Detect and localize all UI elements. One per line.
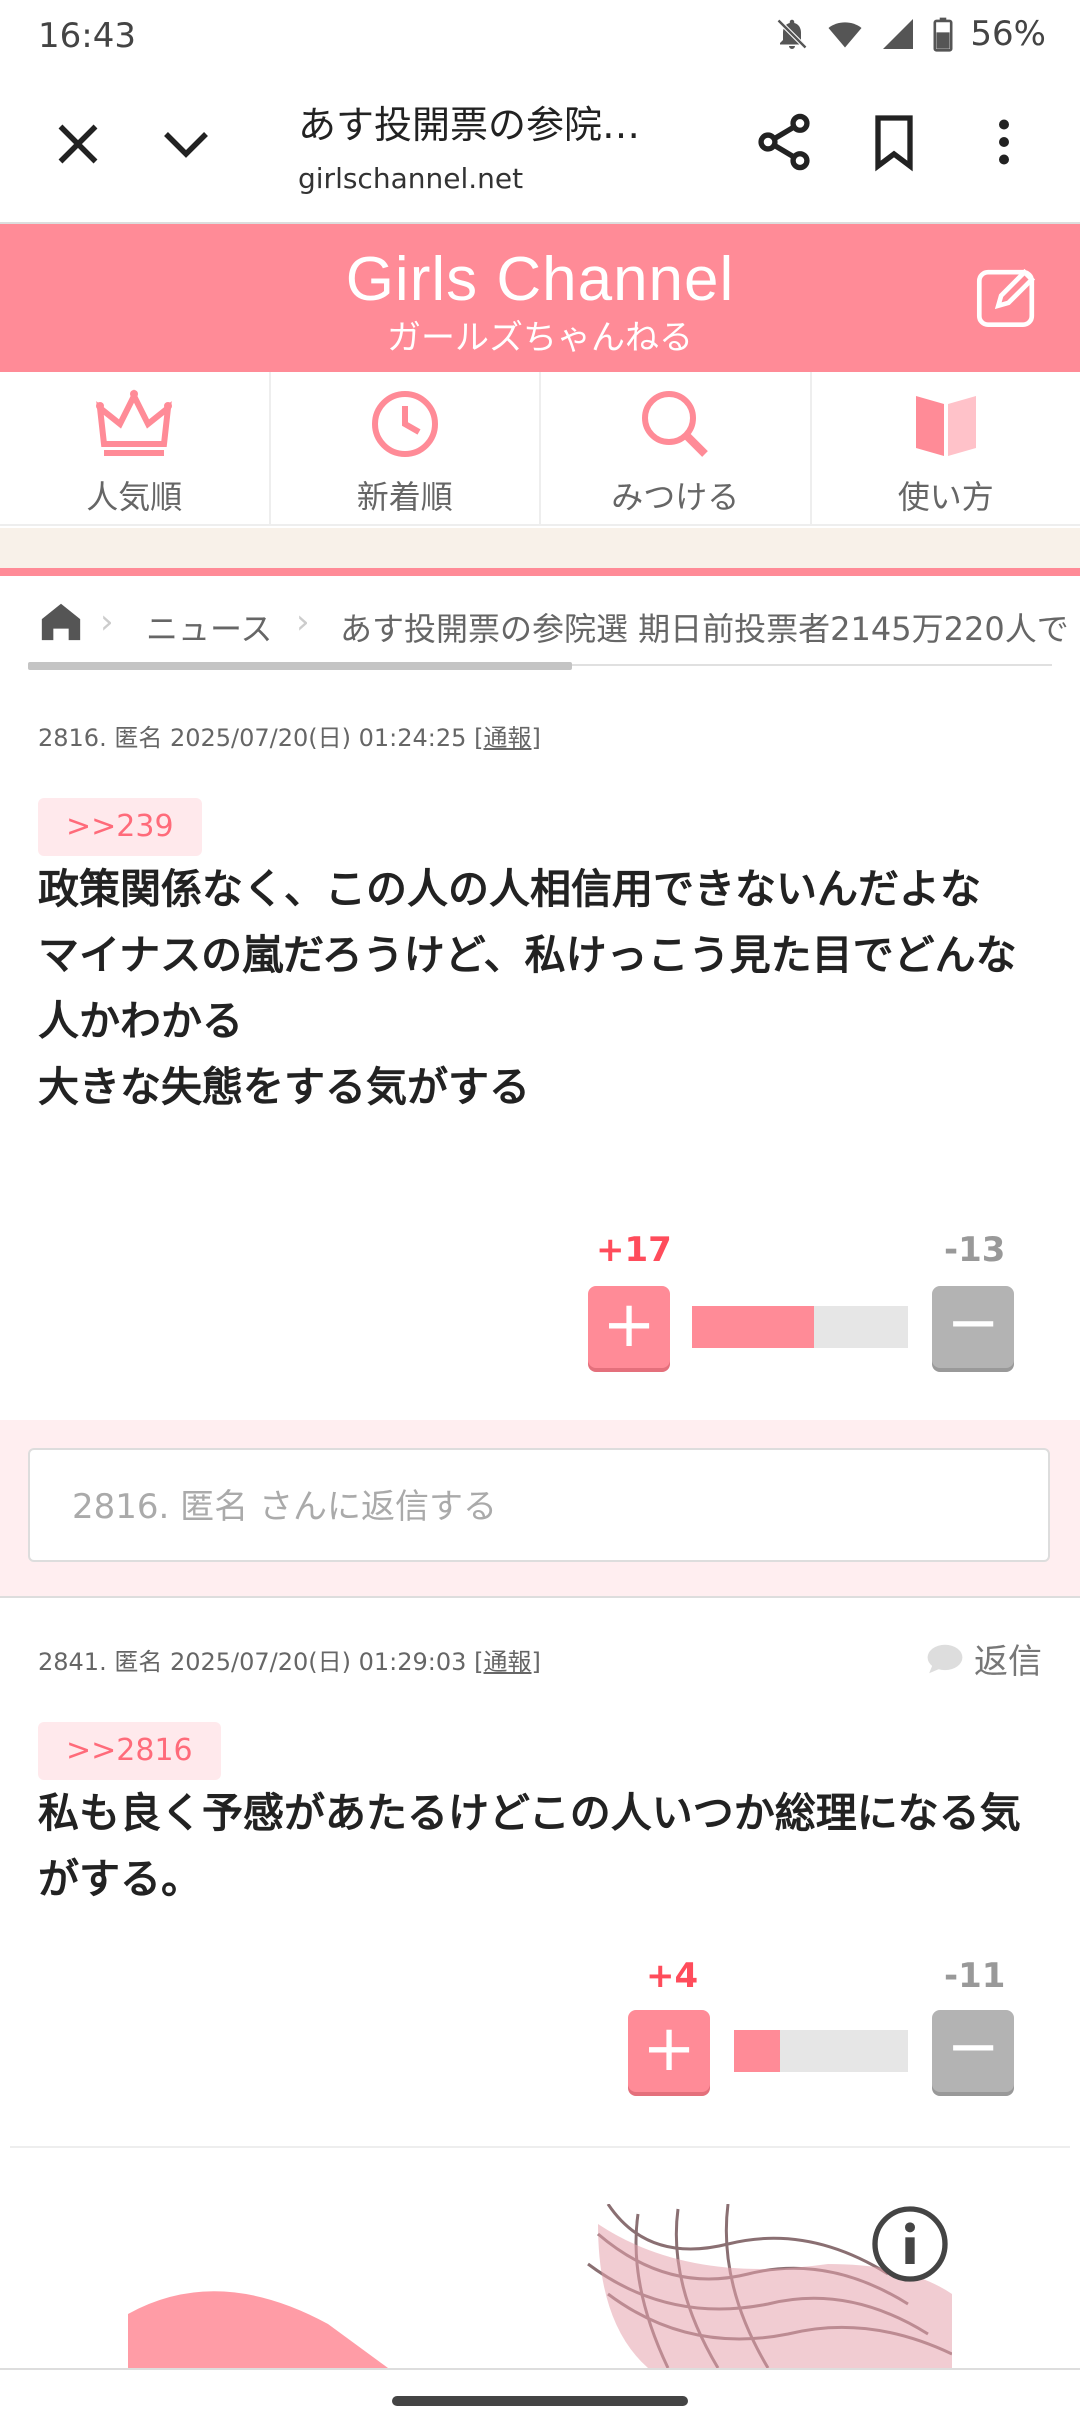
wifi-icon [826, 16, 864, 52]
tab-discover[interactable]: みつける [541, 372, 812, 524]
reply-box: 2816. 匿名 さんに返信する [0, 1420, 1080, 1598]
tab-howto[interactable]: 使い方 [812, 372, 1080, 524]
status-bar: 16:43 56% [0, 0, 1080, 70]
reply-anchor[interactable]: >>239 [38, 798, 202, 856]
comment-body: 政策関係なく、この人の人相信用できないんだよな マイナスの嵐だろうけど、私けっこ… [38, 856, 1038, 1120]
report-link[interactable]: [通報] [474, 724, 541, 752]
edit-icon[interactable] [972, 262, 1042, 332]
advertisement-image[interactable] [128, 2204, 952, 2368]
site-header: Girls Channel ガールズちゃんねる [0, 224, 1080, 372]
home-icon[interactable] [38, 598, 84, 644]
clock-icon [367, 388, 443, 460]
crown-icon [96, 388, 172, 460]
minus-count: -11 [944, 1956, 1005, 1996]
vote-ratio-fill [734, 2030, 780, 2072]
plus-button[interactable]: + [628, 2010, 710, 2092]
tab-popular[interactable]: 人気順 [0, 372, 271, 524]
home-indicator[interactable] [392, 2396, 688, 2406]
minus-count: -13 [944, 1230, 1005, 1270]
vote-ratio-fill [692, 1306, 814, 1348]
browser-toolbar: あす投開票の参院… girlschannel.net [0, 70, 1080, 224]
battery-percent: 56% [970, 14, 1046, 54]
speech-bubble-icon [926, 1643, 964, 1675]
header-divider [0, 568, 1080, 576]
banner-strip [0, 528, 1080, 568]
site-logo[interactable]: Girls Channel [0, 244, 1080, 315]
reply-button[interactable]: 返信 [926, 1634, 1042, 1683]
comment-text: 私も良く予感があたるけどこの人いつか総理になる気がする。 [38, 1789, 1021, 1903]
comment-meta: 2816. 匿名 2025/07/20(日) 01:24:25 [通報] [38, 718, 541, 753]
comment-meta-text: 2816. 匿名 2025/07/20(日) 01:24:25 [38, 724, 466, 752]
tab-howto-label: 使い方 [812, 472, 1080, 518]
report-link[interactable]: [通報] [474, 1648, 541, 1676]
reply-anchor[interactable]: >>2816 [38, 1722, 221, 1780]
more-vert-icon[interactable] [974, 110, 1034, 174]
tab-discover-label: みつける [541, 472, 810, 518]
comment-meta-text: 2841. 匿名 2025/07/20(日) 01:29:03 [38, 1648, 466, 1676]
chevron-right-icon: › [296, 602, 310, 642]
comment-meta: 2841. 匿名 2025/07/20(日) 01:29:03 [通報] [38, 1642, 541, 1677]
tab-newest-label: 新着順 [271, 472, 540, 518]
breadcrumb-topic[interactable]: あす投開票の参院選 期日前投票者2145万220人で [340, 604, 1069, 650]
breadcrumb-scrollbar[interactable] [28, 662, 572, 670]
ad-illustration [128, 2204, 952, 2368]
gesture-bar [0, 2368, 1080, 2434]
comment-text: 政策関係なく、この人の人相信用できないんだよな マイナスの嵐だろうけど、私けっこ… [38, 865, 1017, 1111]
nav-tabs: 人気順 新着順 みつける 使い方 [0, 372, 1080, 526]
page-url[interactable]: girlschannel.net [298, 162, 523, 195]
status-time: 16:43 [38, 16, 136, 56]
breadcrumb-news[interactable]: ニュース [146, 604, 272, 650]
page-title[interactable]: あす投開票の参院… [298, 94, 640, 149]
battery-icon [932, 16, 954, 52]
plus-button[interactable]: + [588, 1286, 670, 1368]
search-icon [637, 388, 713, 460]
tab-newest[interactable]: 新着順 [271, 372, 542, 524]
book-icon [908, 388, 984, 460]
signal-icon [880, 16, 916, 52]
breadcrumb: › ニュース › あす投開票の参院選 期日前投票者2145万220人で [0, 592, 1080, 672]
comment-body: 私も良く予感があたるけどこの人いつか総理になる気がする。 [38, 1780, 1038, 1912]
plus-count: +17 [596, 1230, 672, 1270]
reply-label: 返信 [974, 1634, 1042, 1683]
comment-divider [10, 2146, 1070, 2148]
chevron-down-icon[interactable] [156, 114, 216, 174]
tab-popular-label: 人気順 [0, 472, 269, 518]
close-icon[interactable] [48, 114, 108, 174]
info-icon[interactable] [870, 2204, 950, 2284]
share-icon[interactable] [752, 110, 816, 174]
minus-button[interactable]: − [932, 1286, 1014, 1368]
bookmark-icon[interactable] [862, 110, 926, 174]
plus-count: +4 [646, 1956, 698, 1996]
minus-button[interactable]: − [932, 2010, 1014, 2092]
site-logo-sub: ガールズちゃんねる [0, 310, 1080, 359]
vote-ratio-bar [692, 1306, 908, 1348]
reply-input[interactable]: 2816. 匿名 さんに返信する [28, 1448, 1050, 1562]
vote-ratio-bar [734, 2030, 908, 2072]
notifications-off-icon [774, 16, 810, 52]
chevron-right-icon: › [100, 602, 114, 642]
